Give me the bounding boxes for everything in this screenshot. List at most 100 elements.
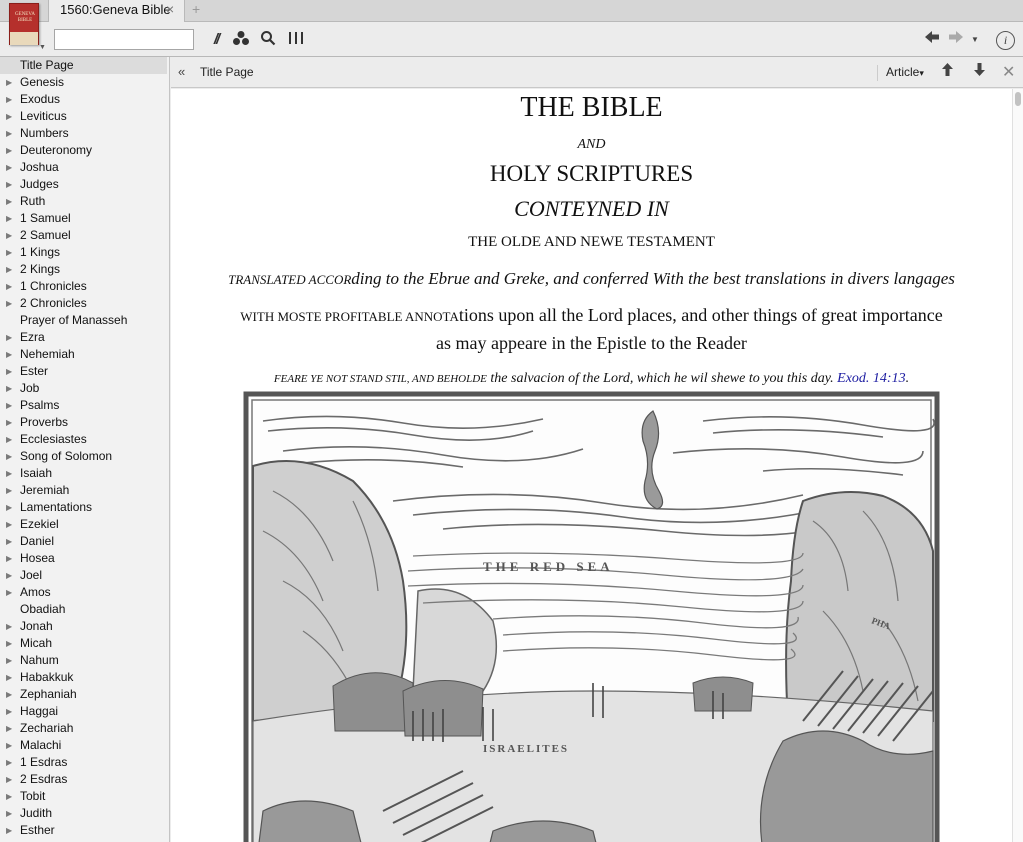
- sidebar-item[interactable]: ▶ Isaiah: [0, 465, 167, 482]
- sidebar-item[interactable]: ▶ 1 Samuel: [0, 210, 167, 227]
- sidebar-item[interactable]: ▶ Deuteronomy: [0, 142, 167, 159]
- scrollbar-thumb[interactable]: [1015, 92, 1021, 106]
- sidebar-item[interactable]: ▶ Job: [0, 380, 167, 397]
- sidebar-item[interactable]: ▶ Tobit: [0, 788, 167, 805]
- collapse-sidebar-icon[interactable]: «: [178, 64, 185, 79]
- disclosure-triangle-icon[interactable]: ▶: [6, 278, 12, 295]
- sidebar-item[interactable]: ▶ Exodus: [0, 91, 167, 108]
- history-menu-icon[interactable]: ▼: [970, 30, 980, 50]
- disclosure-triangle-icon[interactable]: ▶: [6, 227, 12, 244]
- disclosure-triangle-icon[interactable]: ▶: [6, 125, 12, 142]
- disclosure-triangle-icon[interactable]: ▶: [6, 533, 12, 550]
- sidebar-item[interactable]: ▶ Proverbs: [0, 414, 167, 431]
- sidebar-item[interactable]: ▶ 2 Chronicles: [0, 295, 167, 312]
- sidebar-item[interactable]: ▶ Joshua: [0, 159, 167, 176]
- disclosure-triangle-icon[interactable]: ▶: [6, 771, 12, 788]
- info-icon[interactable]: i: [996, 31, 1015, 50]
- disclosure-triangle-icon[interactable]: ▶: [6, 91, 12, 108]
- sidebar-item[interactable]: Prayer of Manasseh: [0, 312, 167, 329]
- disclosure-triangle-icon[interactable]: ▶: [6, 499, 12, 516]
- sidebar-item[interactable]: ▶ Song of Solomon: [0, 448, 167, 465]
- disclosure-triangle-icon[interactable]: ▶: [6, 363, 12, 380]
- disclosure-triangle-icon[interactable]: ▶: [6, 635, 12, 652]
- sidebar-item[interactable]: ▶ Ecclesiastes: [0, 431, 167, 448]
- sidebar-item[interactable]: ▶ Esther: [0, 822, 167, 839]
- disclosure-triangle-icon[interactable]: ▶: [6, 788, 12, 805]
- disclosure-triangle-icon[interactable]: ▶: [6, 414, 12, 431]
- sidebar-item[interactable]: ▶ Daniel: [0, 533, 167, 550]
- disclosure-triangle-icon[interactable]: ▶: [6, 550, 12, 567]
- disclosure-triangle-icon[interactable]: ▶: [6, 652, 12, 669]
- sidebar-item[interactable]: ▶ Zechariah: [0, 720, 167, 737]
- sidebar-item[interactable]: ▶ Habakkuk: [0, 669, 167, 686]
- sidebar-item[interactable]: ▶ Amos: [0, 584, 167, 601]
- sidebar-item[interactable]: ▶ Zephaniah: [0, 686, 167, 703]
- sidebar-item[interactable]: ▶ Ester: [0, 363, 167, 380]
- sidebar-item[interactable]: ▶ Ezekiel: [0, 516, 167, 533]
- sidebar-item[interactable]: ▶ Jeremiah: [0, 482, 167, 499]
- view-mode-menu[interactable]: Article▾: [877, 65, 924, 81]
- disclosure-triangle-icon[interactable]: ▶: [6, 142, 12, 159]
- disclosure-triangle-icon[interactable]: ▶: [6, 397, 12, 414]
- sidebar-item[interactable]: Title Page: [0, 57, 167, 74]
- book-thumbnail-button[interactable]: GENEVA BIBLE ▼: [5, 2, 46, 51]
- parallel-icon[interactable]: //: [207, 30, 225, 50]
- disclosure-triangle-icon[interactable]: ▶: [6, 159, 12, 176]
- sidebar-item[interactable]: ▶ Judith: [0, 805, 167, 822]
- disclosure-triangle-icon[interactable]: ▶: [6, 448, 12, 465]
- disclosure-triangle-icon[interactable]: ▶: [6, 482, 12, 499]
- sidebar-item[interactable]: ▶ 2 Kings: [0, 261, 167, 278]
- disclosure-triangle-icon[interactable]: ▶: [6, 720, 12, 737]
- forward-arrow-icon[interactable]: [948, 30, 964, 50]
- disclosure-triangle-icon[interactable]: ▶: [6, 567, 12, 584]
- sidebar-item[interactable]: ▶ Numbers: [0, 125, 167, 142]
- sidebar-item[interactable]: ▶ Judges: [0, 176, 167, 193]
- disclosure-triangle-icon[interactable]: ▶: [6, 193, 12, 210]
- disclosure-triangle-icon[interactable]: ▶: [6, 329, 12, 346]
- previous-section-icon[interactable]: [941, 62, 954, 81]
- sidebar-item[interactable]: ▶ Haggai: [0, 703, 167, 720]
- sidebar-item[interactable]: ▶ Malachi: [0, 737, 167, 754]
- disclosure-triangle-icon[interactable]: ▶: [6, 261, 12, 278]
- sidebar-item[interactable]: ▶ Genesis: [0, 74, 167, 91]
- sidebar-item[interactable]: ▶ Lamentations: [0, 499, 167, 516]
- disclosure-triangle-icon[interactable]: ▶: [6, 516, 12, 533]
- sidebar-item[interactable]: ▶ 2 Esdras: [0, 771, 167, 788]
- disclosure-triangle-icon[interactable]: ▶: [6, 108, 12, 125]
- sidebar-item[interactable]: ▶ 1 Kings: [0, 244, 167, 261]
- sidebar-item[interactable]: ▶ Psalms: [0, 397, 167, 414]
- disclosure-triangle-icon[interactable]: ▶: [6, 465, 12, 482]
- sidebar-item[interactable]: ▶ 1 Esdras: [0, 754, 167, 771]
- new-tab-button[interactable]: +: [190, 0, 204, 22]
- next-section-icon[interactable]: [973, 62, 986, 81]
- disclosure-triangle-icon[interactable]: ▶: [6, 431, 12, 448]
- back-arrow-icon[interactable]: [924, 30, 940, 50]
- sidebar-item[interactable]: Obadiah: [0, 601, 167, 618]
- sidebar-item[interactable]: ▶ Micah: [0, 635, 167, 652]
- content-scrollbar[interactable]: [1012, 89, 1023, 842]
- close-tab-icon[interactable]: ×: [166, 1, 174, 17]
- sidebar-item[interactable]: ▶ Nahum: [0, 652, 167, 669]
- disclosure-triangle-icon[interactable]: ▶: [6, 805, 12, 822]
- search-icon[interactable]: [259, 30, 277, 50]
- disclosure-triangle-icon[interactable]: ▶: [6, 346, 12, 363]
- tab-geneva-bible[interactable]: 1560:Geneva Bible ×: [48, 0, 185, 23]
- disclosure-triangle-icon[interactable]: ▶: [6, 74, 12, 91]
- disclosure-triangle-icon[interactable]: ▶: [6, 669, 12, 686]
- columns-icon[interactable]: [286, 30, 306, 50]
- sidebar-item[interactable]: ▶ Joel: [0, 567, 167, 584]
- sidebar-item[interactable]: ▶ Nehemiah: [0, 346, 167, 363]
- disclosure-triangle-icon[interactable]: ▶: [6, 703, 12, 720]
- disclosure-triangle-icon[interactable]: ▶: [6, 295, 12, 312]
- scripture-reference-link[interactable]: Exod. 14:13: [837, 371, 905, 386]
- search-input[interactable]: [54, 29, 194, 50]
- disclosure-triangle-icon[interactable]: ▶: [6, 822, 12, 839]
- disclosure-triangle-icon[interactable]: ▶: [6, 754, 12, 771]
- close-pane-icon[interactable]: ✕: [1002, 62, 1015, 82]
- sidebar-item[interactable]: ▶ Ruth: [0, 193, 167, 210]
- cluster-icon[interactable]: [232, 30, 250, 50]
- sidebar-item[interactable]: ▶ 2 Samuel: [0, 227, 167, 244]
- sidebar-item[interactable]: ▶ Jonah: [0, 618, 167, 635]
- sidebar-item[interactable]: ▶ Hosea: [0, 550, 167, 567]
- disclosure-triangle-icon[interactable]: ▶: [6, 380, 12, 397]
